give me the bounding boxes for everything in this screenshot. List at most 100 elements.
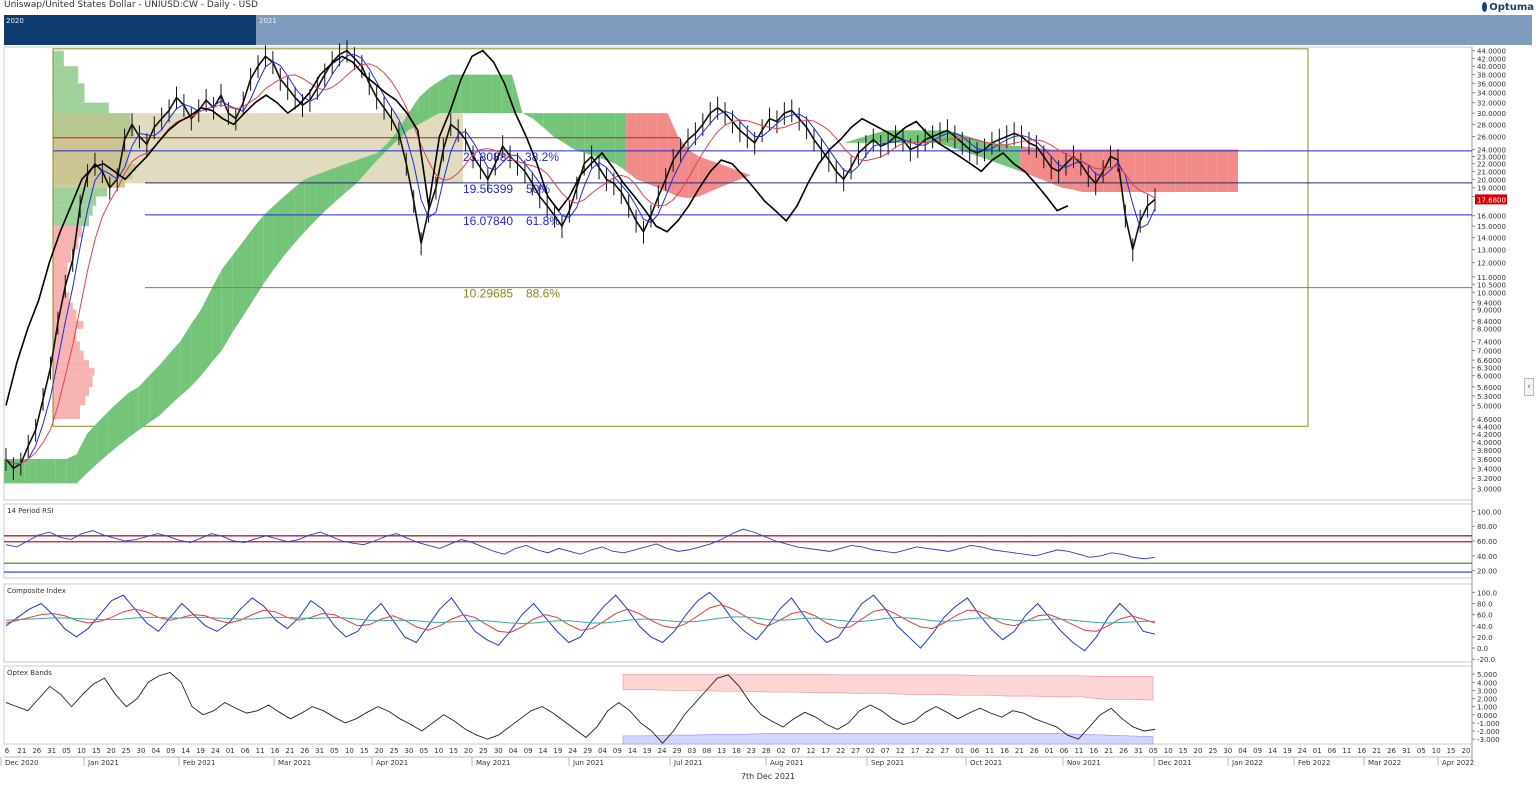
kumo-segment bbox=[595, 113, 606, 161]
x-day-label: 20 bbox=[107, 747, 116, 755]
x-day-label: 03 bbox=[687, 747, 696, 755]
x-day-label: 26 bbox=[1119, 747, 1128, 755]
x-day-label: 04 bbox=[509, 747, 518, 755]
x-day-label: 12 bbox=[896, 747, 905, 755]
axis-tick-label: 20.00 bbox=[1477, 568, 1497, 576]
footer-date: 7th Dec 2021 bbox=[741, 772, 795, 781]
price-series bbox=[5, 39, 1156, 481]
x-day-label: 20 bbox=[375, 747, 384, 755]
kumo-segment bbox=[1092, 149, 1104, 192]
x-day-label: 06 bbox=[970, 747, 979, 755]
axis-tick-label: -3.000 bbox=[1477, 736, 1500, 744]
price-tick-label: 19.0000 bbox=[1477, 185, 1506, 193]
x-day-label: 10 bbox=[1432, 747, 1441, 755]
x-day-label: 14 bbox=[1268, 747, 1277, 755]
price-tick-label: 36.0000 bbox=[1477, 80, 1506, 88]
current-price-label: 17.6800 bbox=[1477, 196, 1506, 204]
kumo-segment bbox=[66, 454, 77, 484]
axis-tick-label: 80.00 bbox=[1477, 523, 1497, 531]
volume-profile-bar bbox=[53, 360, 89, 368]
volume-profile-bar bbox=[53, 262, 68, 277]
x-day-label: 28 bbox=[762, 747, 771, 755]
kumo-segment bbox=[294, 179, 305, 244]
x-day-label: 01 bbox=[1313, 747, 1322, 755]
x-day-label: 09 bbox=[524, 747, 533, 755]
chart-canvas[interactable]: 23.80881 38.2%19.56399 50%16.07840 61.8%10.… bbox=[0, 0, 1536, 788]
x-month-label: Nov 2021 bbox=[1067, 759, 1101, 767]
kumo-segment bbox=[242, 228, 253, 317]
x-month-label: Sep 2021 bbox=[871, 759, 904, 767]
kumo-segment bbox=[201, 289, 212, 376]
chikou-span-line bbox=[5, 49, 1069, 406]
price-tick-label: 3.8000 bbox=[1477, 447, 1502, 455]
x-day-label: 04 bbox=[1238, 747, 1247, 755]
axis-tick-label: 0.000 bbox=[1477, 712, 1497, 720]
fib-value-label: 16.07840 bbox=[463, 214, 513, 228]
x-day-label: 11 bbox=[256, 747, 265, 755]
kumo-segment bbox=[24, 459, 36, 484]
axis-tick-label: 3.000 bbox=[1477, 687, 1497, 695]
kumo-segment bbox=[86, 422, 98, 474]
x-day-label: 25 bbox=[122, 747, 131, 755]
axis-tick-label: 2.000 bbox=[1477, 696, 1497, 704]
pane-title: Optex Bands bbox=[7, 669, 52, 677]
axis-tick-label: 0.0 bbox=[1477, 645, 1488, 653]
axis-tick-label: 100.0 bbox=[1477, 589, 1497, 597]
x-day-label: 24 bbox=[568, 747, 577, 755]
x-month-label: Dec 2021 bbox=[1158, 759, 1192, 767]
x-day-label: 16 bbox=[1357, 747, 1366, 755]
axis-tick-label: 4.000 bbox=[1477, 679, 1497, 687]
kumo-segment bbox=[346, 160, 357, 192]
x-day-label: 25 bbox=[479, 747, 488, 755]
kumo-segment bbox=[325, 167, 336, 211]
x-day-label: 15 bbox=[92, 747, 101, 755]
kumo-segment bbox=[1123, 149, 1135, 192]
x-day-label: 15 bbox=[360, 747, 369, 755]
x-day-label: 06 bbox=[1328, 747, 1337, 755]
axis-tick-label: 1.000 bbox=[1477, 704, 1497, 712]
x-month-label: Jun 2021 bbox=[572, 759, 604, 767]
kumo-segment bbox=[439, 74, 450, 114]
x-day-label: 27 bbox=[940, 747, 949, 755]
x-day-label: 09 bbox=[166, 747, 175, 755]
x-day-label: 19 bbox=[196, 747, 205, 755]
kumo-segment bbox=[615, 113, 627, 172]
kumo-segment bbox=[169, 341, 181, 406]
x-month-label: Apr 2021 bbox=[376, 759, 408, 767]
x-day-label: 30 bbox=[494, 747, 503, 755]
price-axis: 44.000042.000040.000038.000036.000034.00… bbox=[1472, 48, 1506, 494]
x-day-label: 26 bbox=[300, 747, 309, 755]
x-day-label: 10 bbox=[345, 747, 354, 755]
axis-tick-label: 20.0 bbox=[1477, 634, 1493, 642]
value-area bbox=[53, 113, 463, 184]
x-month-label: Aug 2021 bbox=[770, 759, 804, 767]
price-tick-label: 38.0000 bbox=[1477, 72, 1506, 80]
price-tick-label: 7.4000 bbox=[1477, 338, 1502, 346]
kumo-segment bbox=[149, 365, 160, 423]
x-day-label: 27 bbox=[851, 747, 860, 755]
x-month-label: Oct 2021 bbox=[970, 759, 1002, 767]
volume-profile-bar bbox=[53, 341, 80, 351]
kumo-segment bbox=[1061, 149, 1073, 190]
x-day-label: 16 bbox=[271, 747, 280, 755]
x-day-label: 20 bbox=[464, 747, 473, 755]
kumo-segment bbox=[574, 113, 585, 153]
kumo-segment bbox=[460, 74, 471, 114]
kumo-segment bbox=[1227, 149, 1238, 192]
x-day-label: 16 bbox=[1089, 747, 1098, 755]
x-day-label: 13 bbox=[717, 747, 726, 755]
volume-profile-bar bbox=[53, 375, 93, 387]
x-day-label: 31 bbox=[47, 747, 56, 755]
price-tick-label: 30.0000 bbox=[1477, 110, 1506, 118]
kumo-segment bbox=[1175, 149, 1187, 192]
x-day-label: 19 bbox=[643, 747, 652, 755]
x-day-label: 19 bbox=[1283, 747, 1292, 755]
x-day-label: 19 bbox=[553, 747, 562, 755]
price-tick-label: 15.0000 bbox=[1477, 223, 1506, 231]
price-tick-label: 3.0000 bbox=[1477, 486, 1502, 494]
x-day-label: 17 bbox=[821, 747, 830, 755]
x-day-label: 21 bbox=[1104, 747, 1113, 755]
collapse-panel-button[interactable]: ‹ bbox=[1524, 378, 1534, 396]
x-month-label: Jan 2021 bbox=[87, 759, 119, 767]
kumo-segment bbox=[107, 402, 119, 455]
